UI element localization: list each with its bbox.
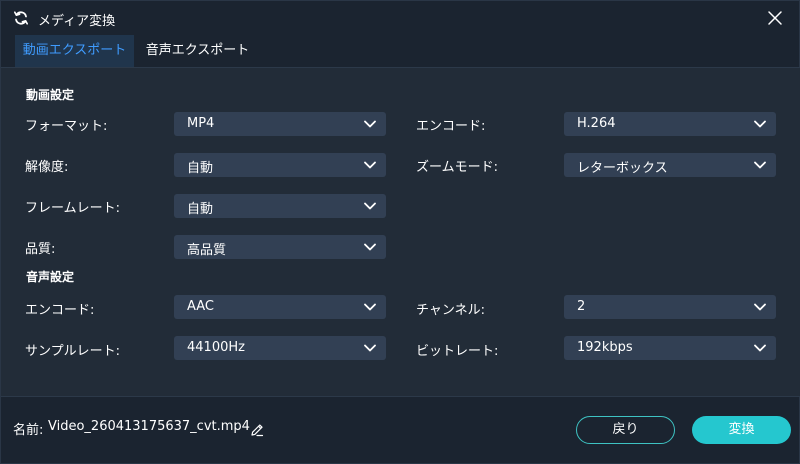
- title-bar: メディア変換: [1, 1, 800, 35]
- file-name-value: Video_260413175637_cvt.mp4: [48, 419, 250, 434]
- file-name-label: 名前:: [13, 423, 44, 438]
- audio-encoder-label: エンコード:: [25, 303, 95, 318]
- chevron-down-icon: [754, 120, 766, 128]
- format-value: MP4: [187, 116, 215, 131]
- resolution-label: 解像度:: [25, 160, 69, 175]
- video-encoder-value: H.264: [577, 116, 616, 131]
- zoom-mode-label: ズームモード:: [416, 160, 498, 175]
- tab-video-export[interactable]: 動画エクスポート: [15, 35, 134, 67]
- quality-label: 品質:: [25, 242, 56, 257]
- chevron-down-icon: [364, 303, 376, 311]
- back-button[interactable]: 戻り: [576, 416, 675, 444]
- audio-encoder-value: AAC: [187, 299, 214, 314]
- tab-bar: 動画エクスポート 音声エクスポート: [1, 35, 800, 67]
- sample-rate-value: 44100Hz: [187, 340, 245, 355]
- refresh-icon: [14, 11, 28, 25]
- resolution-value: 自動: [187, 161, 214, 176]
- frame-rate-value: 自動: [187, 202, 214, 217]
- chevron-down-icon: [364, 120, 376, 128]
- window-title: メディア変換: [38, 14, 116, 29]
- sample-rate-label: サンプルレート:: [25, 344, 120, 359]
- frame-rate-select[interactable]: 自動: [174, 194, 386, 218]
- zoom-mode-value: レターボックス: [577, 161, 668, 176]
- quality-select[interactable]: 高品質: [174, 235, 386, 259]
- format-label: フォーマット:: [25, 119, 108, 134]
- audio-settings-title: 音声設定: [26, 270, 75, 284]
- bitrate-select[interactable]: 192kbps: [564, 336, 776, 360]
- chevron-down-icon: [754, 161, 766, 169]
- chevron-down-icon: [364, 202, 376, 210]
- chevron-down-icon: [364, 161, 376, 169]
- video-settings-title: 動画設定: [26, 88, 75, 102]
- pencil-icon[interactable]: [250, 423, 264, 437]
- close-icon[interactable]: [767, 10, 783, 26]
- quality-value: 高品質: [187, 243, 227, 258]
- channel-value: 2: [577, 299, 586, 314]
- chevron-down-icon: [364, 243, 376, 251]
- format-select[interactable]: MP4: [174, 112, 386, 136]
- video-encoder-label: エンコード:: [416, 119, 486, 134]
- chevron-down-icon: [754, 303, 766, 311]
- chevron-down-icon: [364, 344, 376, 352]
- channel-label: チャンネル:: [416, 303, 485, 318]
- frame-rate-label: フレームレート:: [25, 201, 120, 216]
- audio-encoder-select[interactable]: AAC: [174, 295, 386, 319]
- resolution-select[interactable]: 自動: [174, 153, 386, 177]
- media-convert-dialog: メディア変換 動画エクスポート 音声エクスポート 動画設定 フォーマット: MP…: [0, 0, 800, 464]
- video-encoder-select[interactable]: H.264: [564, 112, 776, 136]
- zoom-mode-select[interactable]: レターボックス: [564, 153, 776, 177]
- chevron-down-icon: [754, 344, 766, 352]
- tab-audio-export[interactable]: 音声エクスポート: [134, 35, 261, 67]
- channel-select[interactable]: 2: [564, 295, 776, 319]
- settings-panel: 動画設定 フォーマット: MP4 エンコード: H.264 解像度: 自動 ズー…: [1, 67, 800, 397]
- sample-rate-select[interactable]: 44100Hz: [174, 336, 386, 360]
- bitrate-value: 192kbps: [577, 340, 633, 355]
- dialog-footer: 名前: Video_260413175637_cvt.mp4 戻り 変換: [1, 397, 800, 464]
- convert-button[interactable]: 変換: [692, 416, 791, 444]
- bitrate-label: ビットレート:: [416, 344, 499, 359]
